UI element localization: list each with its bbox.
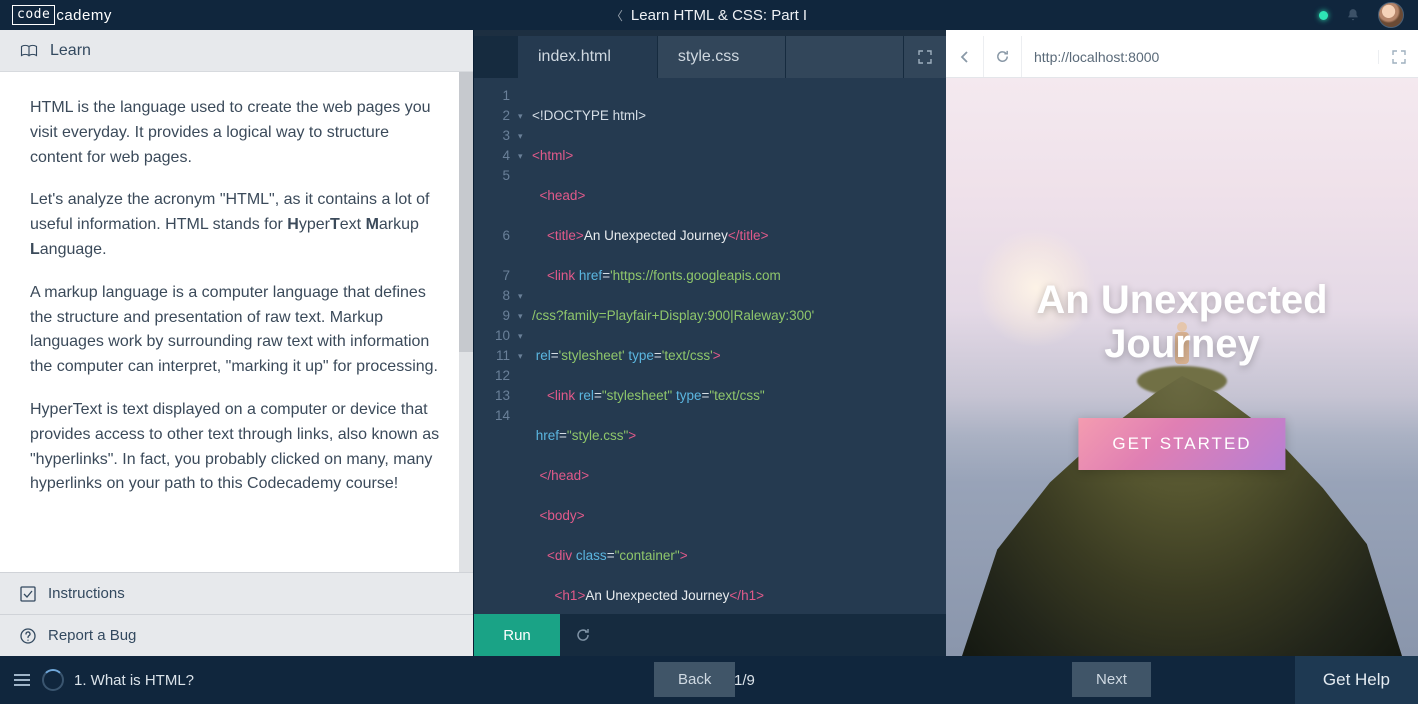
lesson-selector[interactable]: 1. What is HTML? — [14, 669, 194, 691]
expand-browser-icon[interactable] — [1378, 50, 1418, 64]
expand-editor-icon[interactable] — [904, 36, 946, 78]
lesson-paragraph: HTML is the language used to create the … — [30, 96, 443, 170]
chevron-left-icon — [960, 50, 970, 64]
tab-style-css[interactable]: style.css — [658, 36, 785, 78]
workspace: Learn HTML is the language used to creat… — [0, 30, 1418, 656]
book-icon — [20, 44, 38, 58]
lesson-panel: Learn HTML is the language used to creat… — [0, 30, 474, 656]
browser-back-button[interactable] — [946, 36, 984, 77]
checkbox-icon — [20, 586, 36, 602]
refresh-icon — [575, 627, 591, 643]
logo-box: code — [12, 5, 55, 25]
reset-code-button[interactable] — [560, 614, 606, 656]
run-bar: Run — [474, 614, 946, 656]
course-title[interactable]: 〈 Learn HTML & CSS: Part I — [611, 7, 807, 24]
editor-panel: index.html style.css 1 2 3 4 5 6 7 8 9 1 — [474, 30, 946, 656]
get-help-button[interactable]: Get Help — [1295, 656, 1418, 704]
editor-tabs: index.html style.css — [474, 36, 946, 78]
scrollbar[interactable] — [459, 72, 473, 572]
refresh-icon — [995, 49, 1010, 64]
preview-heading: An UnexpectedJourney — [946, 278, 1418, 366]
url-input[interactable] — [1022, 36, 1378, 77]
next-button[interactable]: Next — [1072, 662, 1151, 697]
back-button[interactable]: Back — [654, 662, 735, 697]
lesson-paragraph: Let's analyze the acronym "HTML", as it … — [30, 188, 443, 262]
tab-index-html[interactable]: index.html — [518, 36, 657, 78]
fold-column: ▾ ▾ ▾ ▾ ▾ ▾ ▾ — [518, 86, 532, 614]
report-bug-label: Report a Bug — [48, 627, 136, 644]
instructions-label: Instructions — [48, 585, 125, 602]
logo[interactable]: codecademy — [12, 5, 112, 25]
run-button[interactable]: Run — [474, 614, 560, 656]
logo-text: cademy — [56, 7, 112, 24]
browser-bar — [946, 36, 1418, 78]
chevron-left-icon: 〈 — [611, 7, 623, 24]
top-bar: codecademy 〈 Learn HTML & CSS: Part I — [0, 0, 1418, 30]
question-icon — [20, 628, 36, 644]
avatar[interactable] — [1378, 2, 1404, 28]
code-editor[interactable]: 1 2 3 4 5 6 7 8 9 10 11 12 13 14 ▾ — [474, 78, 946, 614]
preview-frame: An UnexpectedJourney GET STARTED — [946, 78, 1418, 656]
browser-panel: An UnexpectedJourney GET STARTED — [946, 30, 1418, 656]
learn-header[interactable]: Learn — [0, 30, 473, 72]
lesson-paragraph: HyperText is text displayed on a compute… — [30, 398, 443, 497]
browser-refresh-button[interactable] — [984, 36, 1022, 77]
progress-ring-icon — [42, 669, 64, 691]
current-lesson-title: 1. What is HTML? — [74, 672, 194, 689]
learn-label: Learn — [50, 42, 91, 60]
lesson-body: HTML is the language used to create the … — [0, 72, 473, 535]
course-title-text: Learn HTML & CSS: Part I — [631, 7, 807, 24]
notification-bell-icon[interactable] — [1346, 8, 1360, 22]
pager: 1/9 — [734, 672, 755, 689]
code-lines[interactable]: <!DOCTYPE html> <html> <head> <title>An … — [532, 86, 946, 614]
instructions-section[interactable]: Instructions — [0, 572, 473, 614]
lesson-paragraph: A markup language is a computer language… — [30, 281, 443, 380]
report-bug-section[interactable]: Report a Bug — [0, 614, 473, 656]
line-gutter: 1 2 3 4 5 6 7 8 9 10 11 12 13 14 — [474, 86, 518, 614]
preview-cta-button[interactable]: GET STARTED — [1078, 418, 1285, 470]
scrollbar-thumb[interactable] — [459, 72, 473, 352]
connection-status-icon — [1319, 11, 1328, 20]
lesson-scroll: HTML is the language used to create the … — [0, 72, 473, 572]
menu-icon — [14, 674, 30, 686]
footer-bar: 1. What is HTML? Back 1/9 Next Get Help — [0, 656, 1418, 704]
